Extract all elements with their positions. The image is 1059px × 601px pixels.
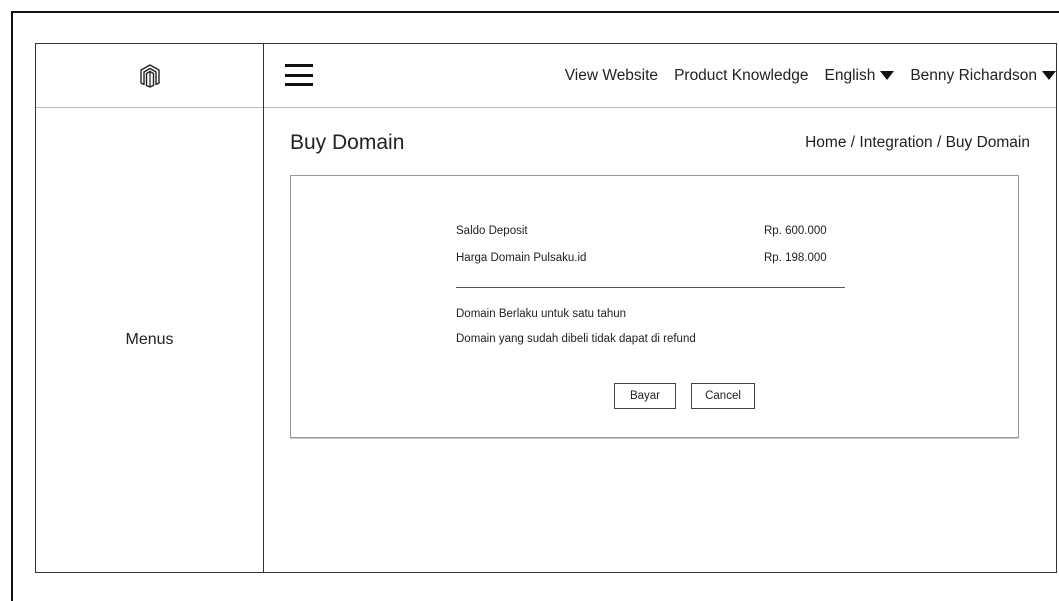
sidebar-logo[interactable]: [36, 44, 263, 108]
breadcrumb-home[interactable]: Home: [805, 134, 846, 151]
cancel-button[interactable]: Cancel: [691, 383, 755, 409]
sidebar: Menus: [36, 44, 264, 572]
breadcrumb-separator: /: [932, 134, 946, 151]
domain-price-label: Harga Domain Pulsaku.id: [456, 252, 587, 264]
nav-view-website-label: View Website: [564, 66, 659, 84]
user-dropdown[interactable]: Benny Richardson: [910, 67, 1056, 85]
sidebar-menus-label: Menus: [125, 331, 174, 348]
user-name: Benny Richardson: [910, 66, 1037, 84]
breadcrumb-integration[interactable]: Integration: [859, 134, 932, 151]
hamburger-icon[interactable]: [285, 64, 313, 86]
breadcrumb-separator: /: [846, 134, 860, 151]
pay-button[interactable]: Bayar: [614, 383, 676, 409]
top-nav: View Website Product Knowledge English B…: [549, 44, 1056, 107]
app-shell: Menus View Website Product Knowledge Eng…: [35, 43, 1057, 573]
caret-down-icon: [1042, 71, 1056, 80]
saldo-value: Rp. 600.000: [764, 225, 827, 237]
breadcrumb: Home / Integration / Buy Domain: [805, 134, 1030, 152]
brand-logo-icon: [139, 63, 160, 88]
divider: [456, 287, 845, 288]
purchase-card: Saldo Deposit Rp. 600.000 Harga Domain P…: [290, 175, 1019, 438]
domain-price-value: Rp. 198.000: [764, 252, 827, 264]
language-dropdown[interactable]: English: [824, 66, 895, 85]
breadcrumb-current: Buy Domain: [945, 134, 1030, 151]
nav-view-website[interactable]: View Website: [565, 67, 658, 85]
note-no-refund: Domain yang sudah dibeli tidak dapat di …: [456, 333, 696, 345]
caret-down-icon: [880, 71, 895, 80]
saldo-label: Saldo Deposit: [456, 225, 528, 237]
note-validity: Domain Berlaku untuk satu tahun: [456, 308, 627, 320]
top-header: View Website Product Knowledge English B…: [264, 44, 1056, 108]
nav-product-knowledge-label: Product Knowledge: [674, 66, 809, 84]
page-title: Buy Domain: [290, 131, 405, 154]
nav-product-knowledge[interactable]: Product Knowledge: [674, 67, 808, 85]
language-label: English: [824, 66, 876, 84]
